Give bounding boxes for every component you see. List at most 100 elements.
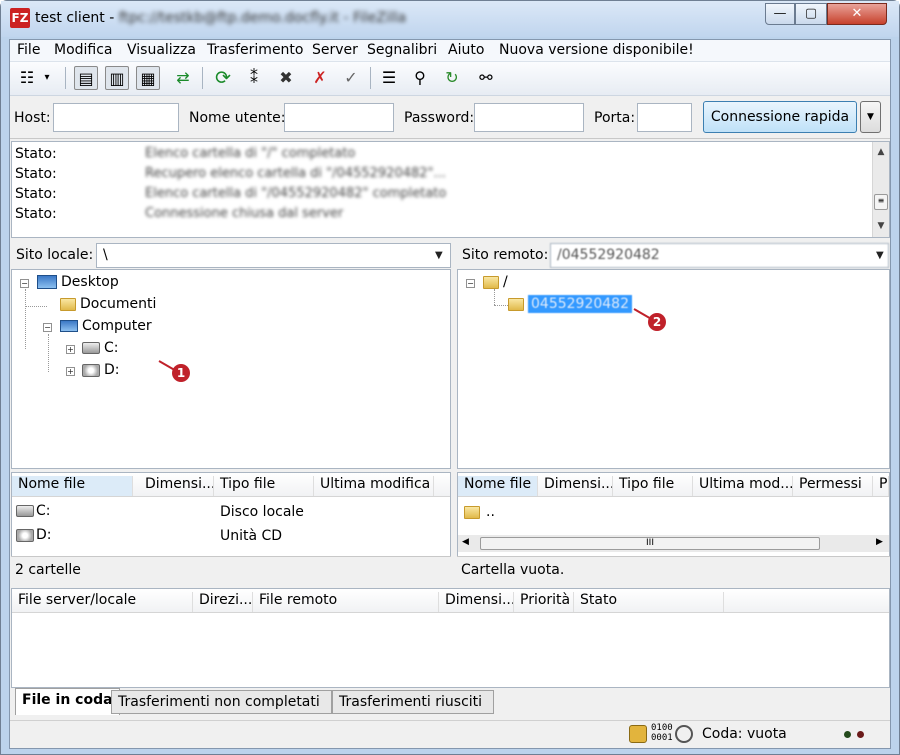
tab-trasferimenti-riusciti[interactable]: Trasferimenti riusciti [332,690,494,714]
close-button[interactable]: ✕ [827,3,887,25]
port-label: Porta: [594,110,636,126]
host-label: Host: [14,110,51,126]
filezilla-icon: FZ [10,8,30,28]
menu-modifica[interactable]: Modifica [54,42,113,58]
menu-segnalibri[interactable]: Segnalibri [367,42,437,58]
username-input[interactable] [284,103,394,132]
collapse-icon[interactable]: − [20,279,29,288]
quickconnect-button[interactable]: Connessione rapida [703,101,857,133]
col-permessi[interactable]: Permessi [793,476,873,496]
local-path-input[interactable]: \ [96,243,451,268]
tree-node-remote-folder[interactable]: 04552920482 [508,295,632,313]
log-label: Stato: [15,186,57,202]
toggle-remote-tree-icon[interactable]: ▦ [136,66,160,90]
col-proprietario[interactable]: Pr [873,476,889,496]
reconnect-icon[interactable]: ✓ [339,66,363,90]
password-input[interactable] [474,103,584,132]
local-tree[interactable]: − Desktop Documenti − Computer + C: + D:… [11,269,451,469]
menu-trasferimento[interactable]: Trasferimento [207,42,304,58]
title-bar: FZ test client - ftpc://testkb@ftp.demo.… [1,1,899,37]
collapse-icon[interactable]: − [466,279,475,288]
tab-file-in-coda[interactable]: File in coda [15,688,120,715]
col-file-remoto[interactable]: File remoto [253,592,439,612]
expand-icon[interactable]: + [66,367,75,376]
scroll-thumb[interactable]: ≡ [874,194,888,210]
maximize-button[interactable]: ▢ [795,3,827,25]
col-tipo-file[interactable]: Tipo file [214,476,314,496]
search-icon[interactable]: ⚯ [474,66,498,90]
scroll-right-icon[interactable]: ▶ [876,537,883,547]
file-row[interactable]: .. [464,504,495,520]
tree-node-computer[interactable]: Computer [60,318,152,334]
site-manager-dropdown-icon[interactable]: ▾ [40,66,54,90]
remote-path-input[interactable]: /04552920482 [550,243,889,268]
menu-server[interactable]: Server [312,42,358,58]
queue-status-text: Coda: vuota [702,726,787,742]
speed-limit-icon[interactable] [675,725,693,743]
menu-new-version[interactable]: Nuova versione disponibile! [499,42,694,58]
log-scrollbar[interactable]: ▲ ≡ ▼ [872,142,889,237]
remote-site-bar: Sito remoto: /04552920482 ▼ [456,241,890,269]
callout-badge-1: 1 [172,364,190,382]
remote-tree[interactable]: − / 04552920482 2 [457,269,890,469]
tree-node-c[interactable]: C: [82,340,119,356]
file-row[interactable]: D: [16,527,52,543]
remote-hscrollbar[interactable]: ◀ III ▶ [458,535,889,552]
menu-aiuto[interactable]: Aiuto [448,42,484,58]
file-name: .. [486,504,495,520]
cancel-icon[interactable]: ✖ [274,66,298,90]
col-nome-file[interactable]: Nome file [458,476,538,496]
host-input[interactable] [53,103,179,132]
port-input[interactable] [637,103,692,132]
file-row[interactable]: C: [16,503,51,519]
tab-trasferimenti-non-completati[interactable]: Trasferimenti non completati [111,690,332,714]
filter-icon[interactable]: ☰ [377,66,401,90]
quickconnect-dropdown-button[interactable]: ▼ [860,101,881,133]
remote-path-dropdown-icon[interactable]: ▼ [876,250,884,261]
scroll-thumb[interactable]: III [480,537,820,550]
menu-visualizza[interactable]: Visualizza [127,42,196,58]
toolbar: ☷ ▾ ▤ ▥ ▦ ⇄ ⟳ ⁑ ✖ ✗ ✓ ☰ ⚲ ↻ ⚯ [10,62,890,96]
col-file-server-locale[interactable]: File server/locale [12,592,193,612]
queue-tabs: File in coda Trasferimenti non completat… [11,688,891,718]
col-direzione[interactable]: Direzi... [193,592,253,612]
col-dimensione[interactable]: Dimensi... [538,476,613,496]
local-path-dropdown-icon[interactable]: ▼ [435,250,443,261]
col-dimensione[interactable]: Dimensi... [439,592,514,612]
message-log[interactable]: Stato: Elenco cartella di "/" completato … [11,141,890,238]
menu-file[interactable]: File [17,42,40,58]
tree-node-d[interactable]: D: [82,362,120,378]
col-nome-file[interactable]: Nome file [12,476,133,496]
toggle-log-icon[interactable]: ▤ [74,66,98,90]
local-site-label: Sito locale: [16,247,94,263]
expand-icon[interactable]: + [66,345,75,354]
scroll-up-icon[interactable]: ▲ [873,144,889,160]
col-priorita[interactable]: Priorità [514,592,574,612]
tree-node-documenti[interactable]: Documenti [60,296,156,312]
collapse-icon[interactable]: − [43,323,52,332]
disconnect-icon[interactable]: ✗ [308,66,332,90]
directory-compare-icon[interactable]: ⚲ [408,66,432,90]
log-label: Stato: [15,206,57,222]
menu-bar: File Modifica Visualizza Trasferimento S… [10,40,890,62]
scroll-down-icon[interactable]: ▼ [873,218,889,234]
transfer-queue-icon[interactable]: ⇄ [171,66,195,90]
tree-node-root[interactable]: / [483,274,508,290]
col-ultima-modifica[interactable]: Ultima modifica [314,476,434,496]
tree-node-desktop[interactable]: Desktop [37,274,119,290]
sync-browsing-icon[interactable]: ↻ [440,66,464,90]
toggle-local-tree-icon[interactable]: ▥ [105,66,129,90]
col-tipo-file[interactable]: Tipo file [613,476,693,496]
refresh-icon[interactable]: ⟳ [211,66,235,90]
desktop-icon [37,275,57,289]
col-dimensione[interactable]: Dimensi... [139,476,214,496]
transfer-queue[interactable]: File server/locale Direzi... File remoto… [11,588,890,688]
site-manager-icon[interactable]: ☷ [15,66,39,90]
client-area: File Modifica Visualizza Trasferimento S… [9,39,891,749]
col-ultima-modifica[interactable]: Ultima mod... [693,476,793,496]
tree-line [494,289,495,305]
process-queue-icon[interactable]: ⁑ [242,66,266,90]
minimize-button[interactable]: — [765,3,795,25]
scroll-left-icon[interactable]: ◀ [462,537,469,547]
col-stato[interactable]: Stato [574,592,724,612]
